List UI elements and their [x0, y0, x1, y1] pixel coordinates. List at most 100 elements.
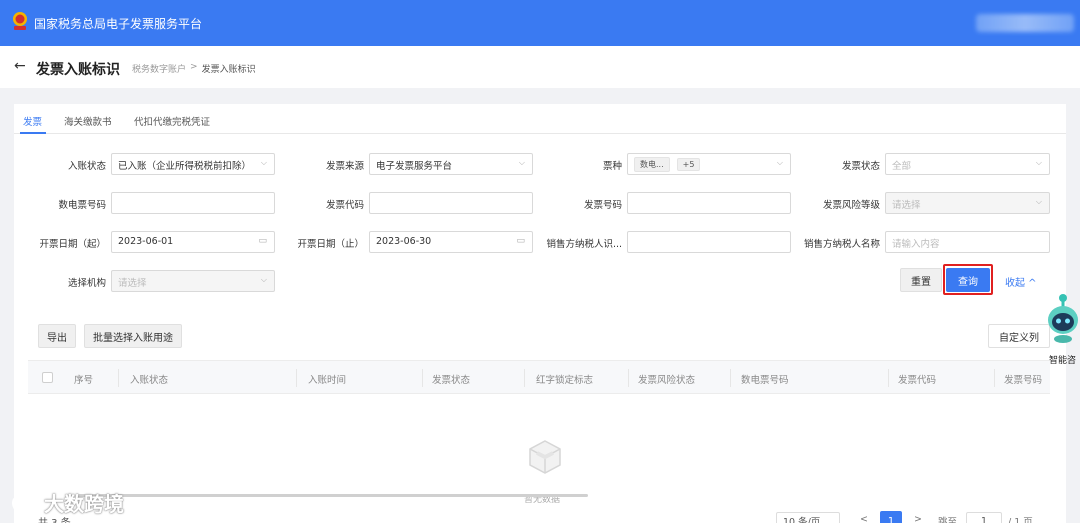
date-from-picker[interactable]: 2023-06-01 ▭: [111, 231, 275, 253]
batch-entry-purpose-button[interactable]: 批量选择入账用途: [84, 324, 182, 348]
user-info-blurred[interactable]: [976, 14, 1074, 32]
seller-tax-id-input[interactable]: [627, 231, 791, 253]
page-size-select[interactable]: 10 条/页: [776, 512, 840, 523]
chevron-down-icon: ⌵: [1035, 158, 1042, 167]
tab-customs[interactable]: 海关缴款书: [64, 114, 112, 128]
risk-level-select[interactable]: 请选择 ⌵: [885, 192, 1050, 214]
invoice-status-select[interactable]: 全部 ⌵: [885, 153, 1050, 175]
custom-columns-button[interactable]: 自定义列: [988, 324, 1050, 348]
col-entry-time: 入账时间: [308, 375, 347, 386]
column-separator: [524, 369, 525, 387]
chevron-down-icon: ⌵: [260, 275, 267, 284]
entry-status-value: 已入账（企业所得税税前扣除）: [118, 161, 252, 172]
entry-status-select[interactable]: 已入账（企业所得税税前扣除） ⌵: [111, 153, 275, 175]
watermark-logo-icon: [12, 492, 37, 511]
col-entry-status: 入账状态: [130, 375, 169, 386]
page-size-value: 10 条/页: [783, 517, 821, 523]
watermark: 大数跨境: [10, 488, 124, 517]
entry-status-label: 入账状态: [67, 161, 106, 172]
robot-assistant-icon[interactable]: [1046, 292, 1080, 344]
calendar-icon: ▭: [516, 236, 525, 246]
assistant-label[interactable]: 智能咨: [1049, 353, 1076, 366]
page-title: 发票入账标识: [36, 62, 120, 78]
invoice-status-label: 发票状态: [841, 161, 880, 172]
watermark-text: 大数跨境: [44, 492, 124, 516]
tab-withholding[interactable]: 代扣代缴完税凭证: [134, 114, 210, 128]
column-separator: [994, 369, 995, 387]
col-invoice-code: 发票代码: [898, 375, 937, 386]
column-separator: [730, 369, 731, 387]
prev-page-icon[interactable]: <: [860, 514, 868, 523]
invoice-code-label: 发票代码: [325, 200, 364, 211]
org-select[interactable]: 请选择 ⌵: [111, 270, 275, 292]
digital-invoice-no-input[interactable]: [111, 192, 275, 214]
seller-name-input[interactable]: 请输入内容: [885, 231, 1050, 253]
tab-invoice[interactable]: 发票: [23, 114, 42, 128]
invoice-type-more-tag: +5: [676, 158, 701, 171]
table-header: 序号 入账状态 入账时间 发票状态 红字锁定标志 发票风险状态 数电票号码 发票…: [28, 360, 1050, 394]
invoice-no-label: 发票号码: [583, 200, 622, 211]
back-arrow-icon[interactable]: ←: [14, 58, 26, 74]
goto-page-input[interactable]: 1: [966, 512, 1002, 523]
col-index: 序号: [74, 375, 94, 386]
col-risk-status: 发票风险状态: [638, 375, 696, 386]
horizontal-scrollbar[interactable]: [76, 494, 588, 497]
date-from-label: 开票日期（起）: [39, 239, 106, 250]
digital-invoice-no-label: 数电票号码: [58, 200, 106, 211]
column-separator: [296, 369, 297, 387]
invoice-no-input[interactable]: [627, 192, 791, 214]
chevron-down-icon: ⌵: [260, 158, 267, 167]
column-separator: [628, 369, 629, 387]
top-bar: 国家税务总局电子发票服务平台: [0, 0, 1080, 46]
date-to-value: 2023-06-30: [376, 236, 432, 247]
chevron-down-icon: ⌵: [518, 158, 525, 167]
next-page-icon[interactable]: >: [914, 514, 922, 523]
org-placeholder: 请选择: [118, 278, 147, 289]
reset-button[interactable]: 重置: [900, 268, 942, 292]
seller-tax-id-label: 销售方纳税人识...: [546, 239, 622, 250]
invoice-code-input[interactable]: [369, 192, 533, 214]
active-tab-indicator: [20, 132, 46, 134]
breadcrumb-separator-icon: >: [190, 62, 198, 72]
empty-box-icon: [529, 440, 561, 474]
collapse-link[interactable]: 收起 ^: [1005, 274, 1037, 289]
breadcrumb-item-account[interactable]: 税务数字账户: [132, 62, 186, 75]
invoice-type-tag: 数电...: [634, 157, 670, 172]
invoice-status-placeholder: 全部: [892, 161, 912, 172]
breadcrumb-item-current: 发票入账标识: [201, 65, 256, 75]
seller-name-label: 销售方纳税人名称: [803, 239, 880, 250]
column-separator: [118, 369, 119, 387]
page-count: / 1 页: [1008, 517, 1033, 523]
goto-label: 跳至: [938, 517, 958, 523]
date-to-picker[interactable]: 2023-06-30 ▭: [369, 231, 533, 253]
column-separator: [888, 369, 889, 387]
goto-page-value: 1: [980, 515, 988, 523]
col-invoice-no: 发票号码: [1004, 375, 1043, 386]
invoice-source-value: 电子发票服务平台: [376, 161, 453, 172]
risk-level-placeholder: 请选择: [892, 200, 921, 211]
tab-bar: 发票 海关缴款书 代扣代缴完税凭证: [14, 104, 1066, 134]
date-to-label: 开票日期（止）: [297, 239, 364, 250]
date-from-value: 2023-06-01: [118, 236, 174, 247]
select-all-checkbox[interactable]: [42, 372, 53, 383]
calendar-icon: ▭: [258, 236, 267, 246]
col-red-lock-flag: 红字锁定标志: [536, 375, 594, 386]
invoice-type-label: 票种: [602, 161, 622, 172]
query-button-highlight: [943, 264, 993, 295]
org-label: 选择机构: [67, 278, 106, 289]
col-invoice-status: 发票状态: [432, 375, 471, 386]
invoice-type-select[interactable]: 数电... +5 ⌵: [627, 153, 791, 175]
tax-emblem-icon: [13, 12, 27, 30]
seller-name-placeholder: 请输入内容: [892, 239, 940, 250]
platform-title: 国家税务总局电子发票服务平台: [34, 17, 203, 31]
column-separator: [422, 369, 423, 387]
chevron-down-icon: ⌵: [776, 158, 783, 167]
chevron-down-icon: ⌵: [1035, 197, 1042, 206]
col-digital-invoice-no: 数电票号码: [741, 375, 789, 386]
export-button[interactable]: 导出: [38, 324, 76, 348]
invoice-source-select[interactable]: 电子发票服务平台 ⌵: [369, 153, 533, 175]
breadcrumb: 税务数字账户 > 发票入账标识: [132, 62, 256, 75]
page-header: ← 发票入账标识 税务数字账户 > 发票入账标识: [0, 46, 1080, 88]
risk-level-label: 发票风险等级: [822, 200, 880, 211]
page-1-button[interactable]: 1: [880, 511, 902, 523]
